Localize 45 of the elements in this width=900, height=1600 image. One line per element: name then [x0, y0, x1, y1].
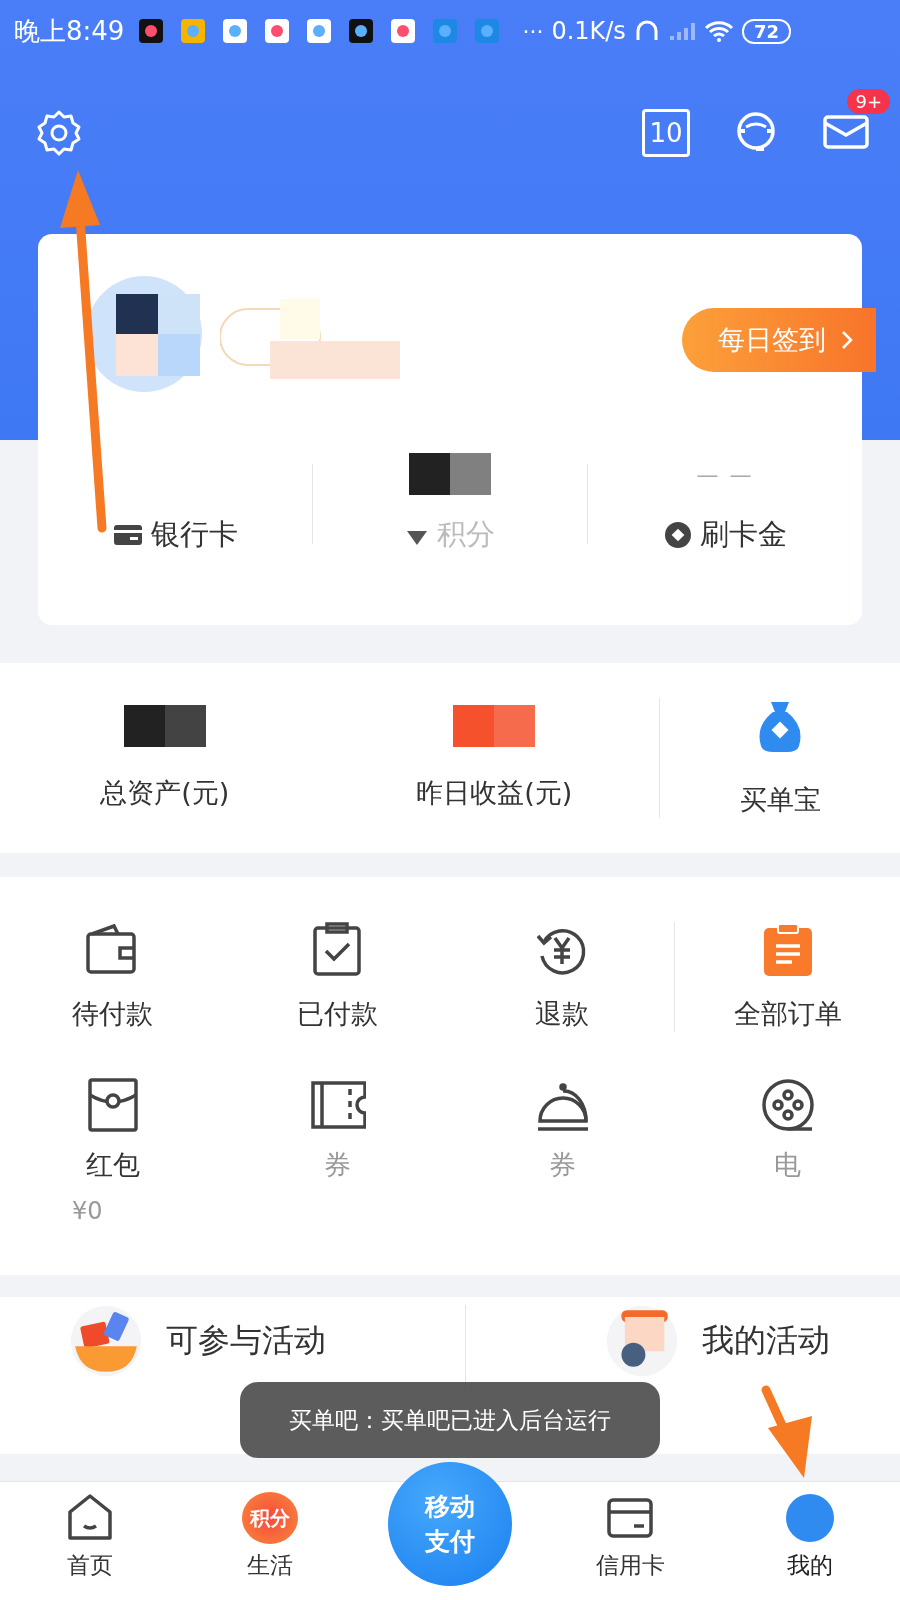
asset-label[interactable]: 总资产(元)	[100, 775, 230, 811]
app-notification-icon	[306, 18, 333, 44]
nav-tab[interactable]: 首页	[58, 1482, 122, 1600]
app-notification-icon	[390, 18, 417, 44]
nav-tab[interactable]: 我的	[778, 1482, 842, 1600]
benefit-amount: ¥0	[72, 1197, 103, 1225]
more-dots: ···	[522, 18, 544, 44]
stat-value: — —	[696, 461, 754, 487]
nav-tab[interactable]: 积分 生活	[236, 1482, 304, 1600]
gift-basket-icon	[69, 1305, 142, 1377]
wifi-icon	[703, 19, 734, 43]
app-notification-icon	[264, 18, 291, 44]
app-notification-icon	[432, 18, 459, 44]
battery-level: 72	[741, 18, 791, 44]
film-reel-icon	[759, 1077, 816, 1133]
nav-tab[interactable]: 信用卡	[589, 1482, 671, 1600]
avatar-icon	[784, 1492, 836, 1544]
app-notification-icon	[222, 18, 249, 44]
calendar-icon[interactable]: 10	[642, 109, 690, 157]
bank-card-icon	[112, 523, 143, 547]
network-speed: 0.1K/s	[551, 17, 626, 45]
order-shortcut[interactable]: 已付款	[224, 922, 450, 1032]
shortcut-label[interactable]: 买单宝	[739, 782, 821, 818]
points-badge: 积分	[242, 1492, 298, 1544]
activity-entry[interactable]: 我的活动	[606, 1305, 831, 1377]
app-notification-icon	[138, 18, 165, 44]
background-toast: 买单吧：买单吧已进入后台运行	[240, 1382, 660, 1458]
benefit-label[interactable]: 红包	[85, 1147, 140, 1183]
coin-icon	[663, 521, 692, 549]
status-time: 晚上8:49	[14, 14, 125, 48]
activity-entry[interactable]: 可参与活动	[69, 1305, 326, 1377]
signal-icon	[667, 20, 696, 42]
card-stat-item[interactable]: 刷卡金	[663, 515, 787, 555]
app-notification-icon	[474, 18, 501, 44]
unread-badge: 9+	[847, 89, 890, 114]
order-shortcut[interactable]: 待付款	[0, 922, 225, 1032]
card-stat-item[interactable]: 银行卡	[112, 515, 238, 555]
order-shortcut[interactable]: 退款	[449, 922, 675, 1032]
calendar-day: 10	[649, 118, 683, 148]
chevron-icon	[840, 329, 854, 351]
scroll-clock-icon	[606, 1305, 679, 1377]
app-notification-icon	[180, 18, 207, 44]
app-notification-icon	[348, 18, 375, 44]
asset-label[interactable]: 昨日收益(元)	[416, 775, 573, 811]
all-orders-shortcut[interactable]: 全部订单	[675, 922, 900, 1032]
